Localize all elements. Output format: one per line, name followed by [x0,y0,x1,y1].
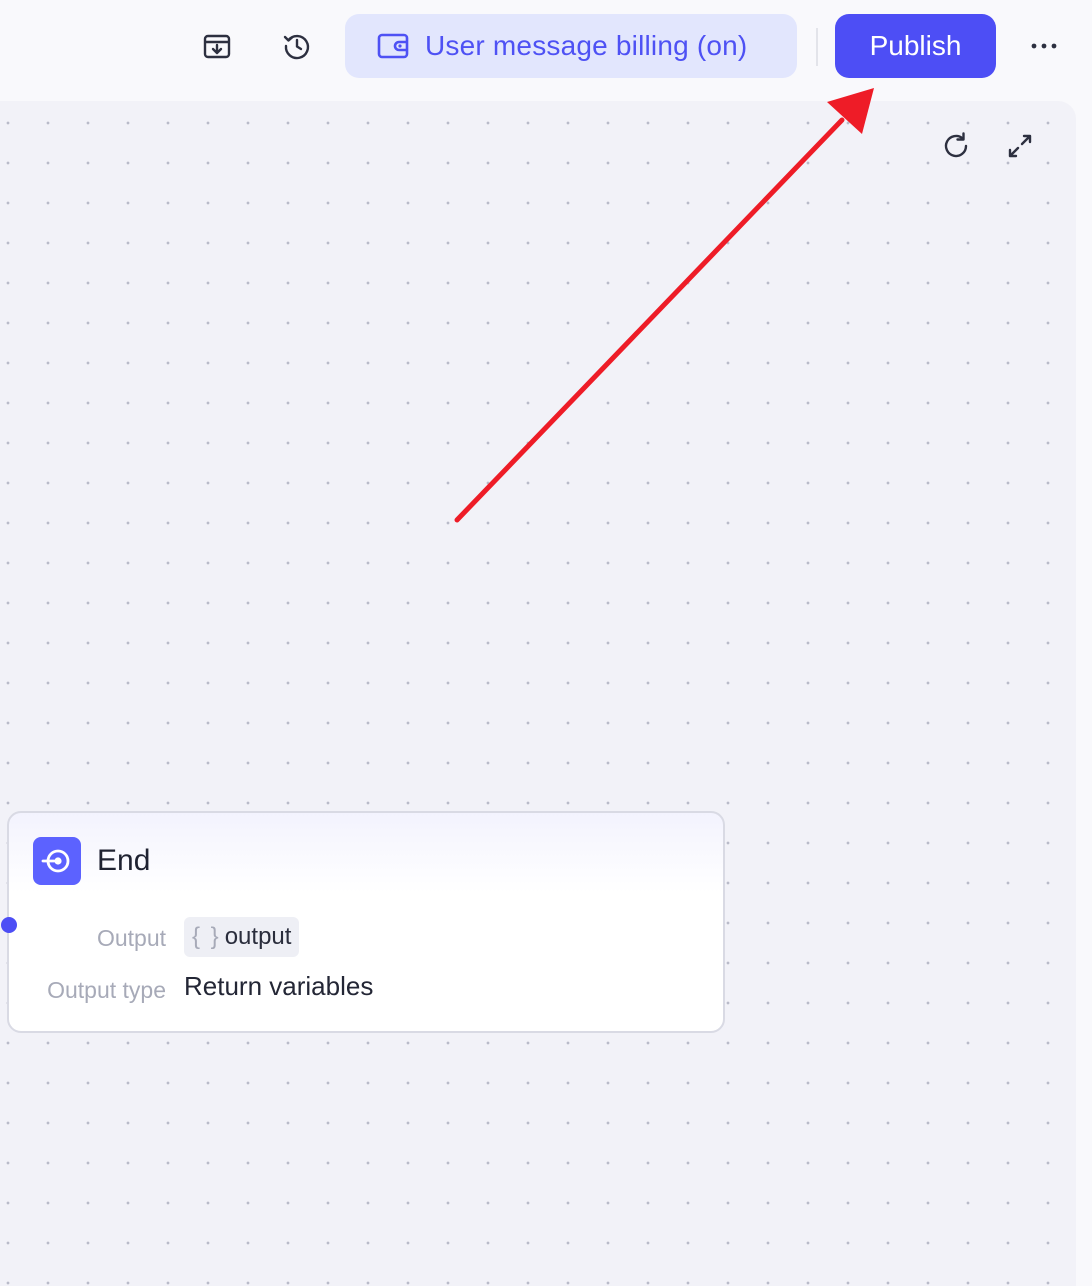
refresh-icon[interactable] [934,124,978,168]
variable-braces-icon: { } [192,923,221,950]
node-input-handle[interactable] [1,917,17,933]
user-message-billing-button[interactable]: User message billing (on) [345,14,797,78]
publish-button[interactable]: Publish [835,14,996,78]
publish-label: Publish [869,30,962,61]
billing-label: User message billing (on) [425,30,748,61]
end-node-icon [33,837,81,885]
output-variable-chip: { } output [184,917,300,957]
archive-download-icon[interactable] [197,26,237,66]
expand-icon[interactable] [998,124,1042,168]
workflow-canvas[interactable] [0,101,1076,1286]
top-toolbar: User message billing (on) Publish [0,0,1092,100]
history-icon[interactable] [277,26,317,66]
more-options-icon[interactable] [1022,26,1066,66]
wallet-icon [377,33,409,59]
output-type-value: Return variables [184,971,374,1001]
node-title: End [97,844,151,877]
output-variable-name: output [224,923,292,950]
toolbar-divider [816,28,818,66]
output-type-label: Output type [47,977,166,1003]
output-label: Output [96,925,166,951]
node-header: End [33,837,150,885]
end-node[interactable]: End Output { } output Output type Return… [1,811,725,1033]
